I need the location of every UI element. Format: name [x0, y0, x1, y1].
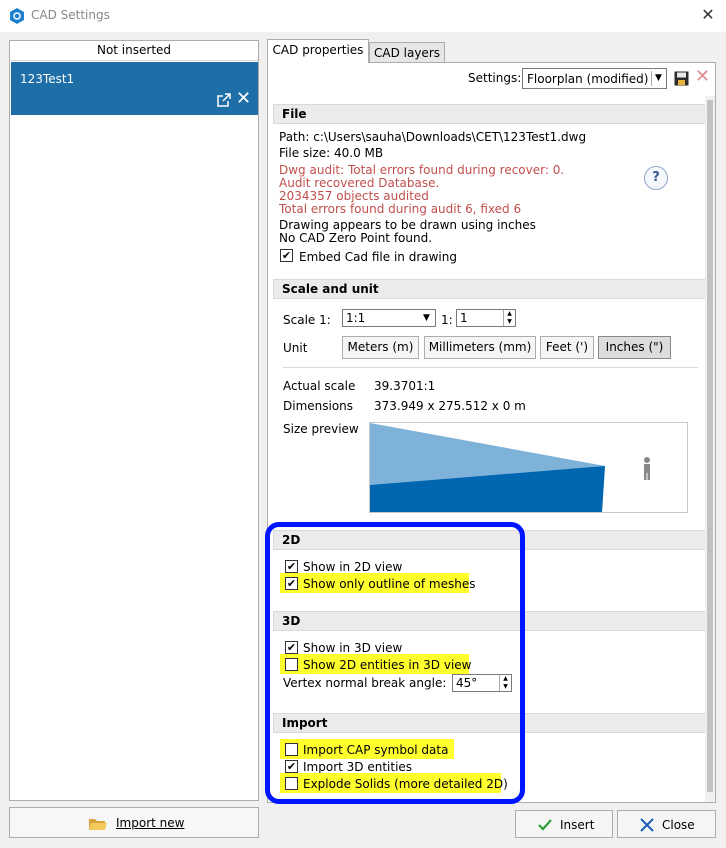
- unit-millimeters-button[interactable]: Millimeters (mm): [424, 336, 536, 359]
- help-icon[interactable]: ?: [644, 166, 668, 190]
- tab-cad-layers[interactable]: CAD layers: [369, 42, 445, 64]
- checkmark-icon: [538, 819, 552, 831]
- scale-combo[interactable]: 1:1 ▼: [342, 309, 436, 327]
- scale-value: 1:1: [346, 311, 366, 325]
- import-new-label: Import new: [116, 816, 185, 830]
- dimensions-label: Dimensions: [283, 399, 354, 413]
- drawing-list-header: Not inserted: [10, 41, 258, 61]
- chevron-down-icon[interactable]: ▼: [419, 310, 434, 326]
- dimensions-value: 373.949 x 275.512 x 0 m: [374, 399, 526, 413]
- divider: [283, 367, 698, 368]
- window-close-icon[interactable]: ✕: [696, 4, 720, 26]
- drawing-name: 123Test1: [20, 72, 75, 86]
- audit-line: Dwg audit: Total errors found during rec…: [279, 163, 565, 177]
- ratio-label: 1:: [441, 313, 453, 327]
- title-bar: CAD Settings ✕: [0, 0, 726, 32]
- unit-label: Unit: [283, 341, 308, 355]
- audit-line: Total errors found during audit 6, fixed…: [279, 202, 522, 216]
- close-label: Close: [662, 818, 695, 832]
- drawing-list-item[interactable]: 123Test1 ✕: [11, 62, 258, 115]
- unit-inches-button[interactable]: Inches ("): [598, 336, 671, 359]
- drawing-list-panel: Not inserted 123Test1 ✕: [9, 40, 259, 801]
- annotation-box: [265, 522, 525, 804]
- ratio-spinner[interactable]: 1 ▲ ▼: [456, 309, 516, 327]
- embed-cad-label: Embed Cad file in drawing: [299, 250, 457, 264]
- save-icon[interactable]: [674, 71, 689, 86]
- unit-meters-button[interactable]: Meters (m): [342, 336, 419, 359]
- file-size: File size: 40.0 MB: [279, 146, 384, 160]
- audit-line: 2034357 objects audited: [279, 189, 429, 203]
- actual-scale-label: Actual scale: [283, 379, 356, 393]
- close-icon: [640, 818, 654, 832]
- insert-label: Insert: [560, 818, 595, 832]
- unit-feet-button[interactable]: Feet ('): [540, 336, 594, 359]
- settings-dropdown[interactable]: Floorplan (modified) ▼: [522, 68, 667, 89]
- file-section-heading: File: [273, 104, 707, 124]
- window-title: CAD Settings: [31, 8, 110, 22]
- spin-down-icon[interactable]: ▼: [503, 318, 515, 326]
- info-line: No CAD Zero Point found.: [279, 231, 433, 245]
- remove-drawing-icon[interactable]: ✕: [236, 90, 252, 108]
- ratio-value: 1: [460, 311, 468, 325]
- settings-value: Floorplan (modified): [527, 72, 649, 86]
- tab-cad-properties[interactable]: CAD properties: [267, 39, 369, 63]
- close-button[interactable]: Close: [617, 810, 716, 838]
- actual-scale-value: 39.3701:1: [374, 379, 436, 393]
- spin-up-icon[interactable]: ▲: [503, 310, 515, 318]
- folder-icon: [89, 819, 107, 830]
- size-preview: [369, 422, 688, 513]
- app-logo-icon: [10, 8, 24, 24]
- file-path: Path: c:\Users\sauha\Downloads\CET\123Te…: [279, 130, 587, 144]
- open-external-icon[interactable]: [217, 93, 231, 107]
- scrollbar-thumb[interactable]: [707, 100, 713, 792]
- insert-button[interactable]: Insert: [515, 810, 613, 838]
- size-preview-graphic: [370, 423, 650, 512]
- info-line: Drawing appears to be drawn using inches: [279, 218, 536, 232]
- scale-unit-section-heading: Scale and unit: [273, 279, 707, 299]
- audit-line: Audit recovered Database.: [279, 176, 440, 190]
- scale-label: Scale 1:: [283, 313, 331, 327]
- size-preview-label: Size preview: [283, 422, 359, 436]
- vertical-scrollbar[interactable]: [705, 96, 715, 802]
- chevron-down-icon[interactable]: ▼: [651, 71, 665, 86]
- settings-label: Settings:: [468, 71, 522, 85]
- embed-cad-checkbox[interactable]: ✔: [280, 249, 293, 262]
- import-new-button[interactable]: Import new: [9, 807, 259, 838]
- delete-settings-icon[interactable]: ✕: [695, 67, 711, 87]
